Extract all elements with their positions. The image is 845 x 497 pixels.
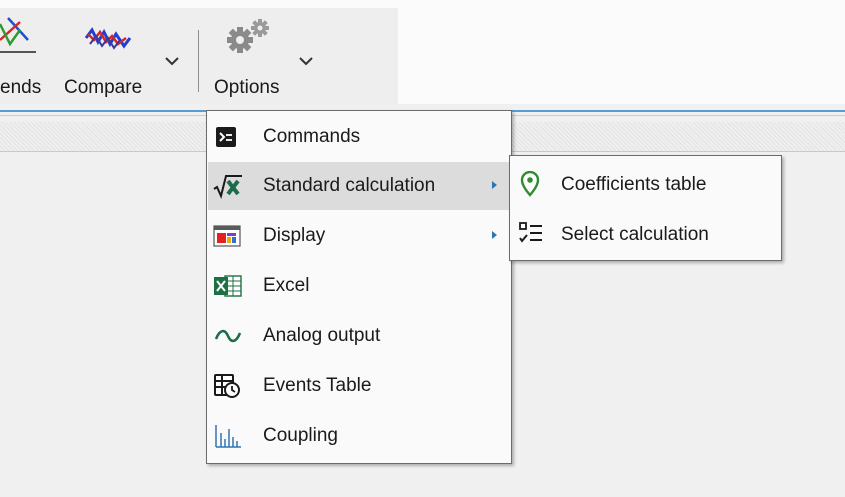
coupling-bars-icon: [213, 423, 241, 449]
wave-icon: [213, 323, 242, 349]
submenu-arrow-icon: [492, 231, 497, 239]
menu-item-commands[interactable]: Commands: [208, 113, 510, 161]
terminal-icon: [213, 124, 241, 150]
menu-item-events-table[interactable]: Events Table: [208, 362, 510, 410]
display-window-icon: [213, 223, 241, 249]
events-table-icon: [213, 373, 241, 399]
excel-icon: [213, 273, 242, 299]
submenu-item-coefficients-table[interactable]: Coefficients table: [511, 159, 780, 209]
submenu-item-label: Select calculation: [561, 224, 709, 245]
trends-label: ends: [0, 77, 42, 98]
menu-item-display[interactable]: Display: [208, 212, 510, 260]
compare-icon: [84, 24, 132, 59]
menu-item-label: Display: [263, 225, 326, 246]
submenu-item-label: Coefficients table: [561, 174, 707, 195]
menu-item-label: Analog output: [263, 325, 381, 346]
checklist-icon: [518, 221, 546, 247]
gears-icon: [226, 18, 274, 63]
location-pin-icon: [518, 170, 546, 197]
menu-item-coupling[interactable]: Coupling: [208, 412, 510, 460]
ribbon-group: [0, 8, 398, 104]
menu-item-label: Events Table: [263, 375, 372, 396]
compare-label: Compare: [64, 77, 143, 98]
menu-item-label: Standard calculation: [263, 175, 436, 196]
options-label: Options: [214, 77, 280, 98]
chevron-down-icon[interactable]: [164, 54, 180, 66]
compare-button[interactable]: Compare: [64, 14, 179, 100]
trends-icon: [0, 14, 40, 65]
menu-item-analog-output[interactable]: Analog output: [208, 312, 510, 360]
standard-calculation-submenu: Coefficients table Select calculation: [509, 155, 782, 261]
menu-item-label: Excel: [263, 275, 310, 296]
submenu-item-select-calculation[interactable]: Select calculation: [511, 209, 780, 259]
submenu-arrow-icon: [492, 181, 497, 189]
menu-item-standard-calculation[interactable]: Standard calculation: [208, 162, 510, 210]
options-button[interactable]: Options: [214, 14, 324, 100]
ribbon-separator: [198, 30, 199, 92]
trends-button[interactable]: ends: [0, 14, 56, 100]
menu-item-label: Commands: [263, 126, 361, 147]
chevron-down-icon[interactable]: [298, 54, 314, 66]
options-menu: Commands Standard calculation Display Ex…: [206, 110, 512, 464]
menu-item-label: Coupling: [263, 425, 338, 446]
sqrt-calculation-icon: [213, 173, 242, 200]
menu-item-excel[interactable]: Excel: [208, 262, 510, 310]
